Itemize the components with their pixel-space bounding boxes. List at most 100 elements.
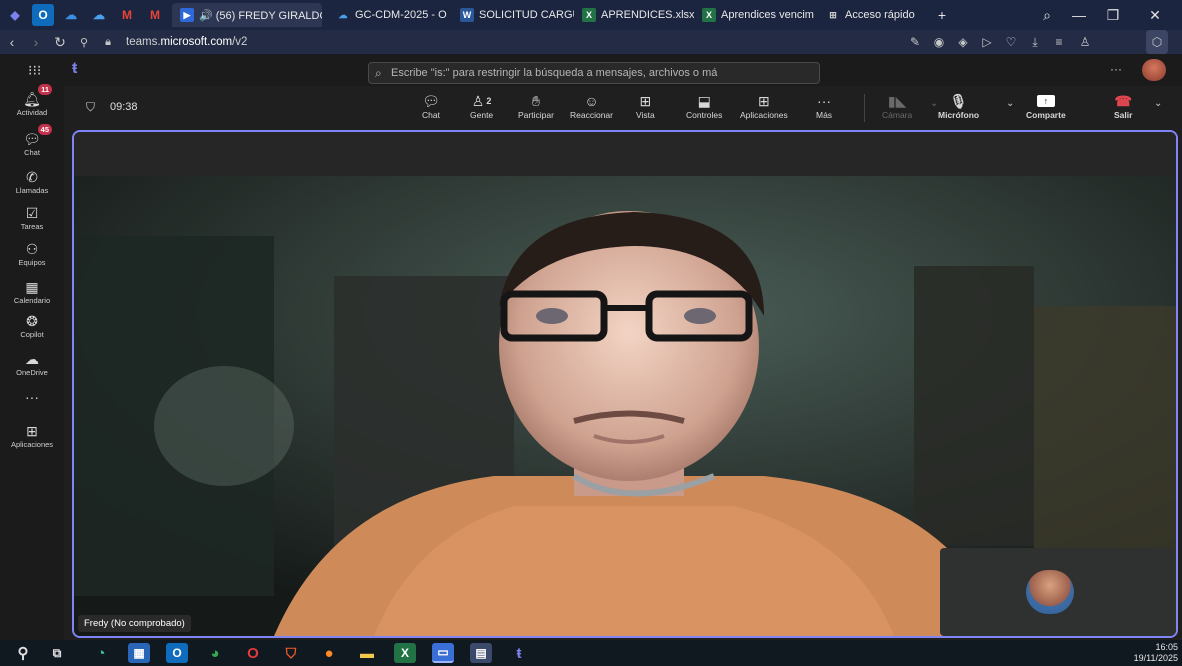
search-tabs-icon[interactable]: ⌕ [1032,0,1062,30]
edit-icon[interactable]: ✎ [904,30,926,54]
browser-tab[interactable]: ☁ GC-CDM-2025 - O [328,3,452,27]
opera-icon[interactable]: O [242,643,264,663]
shield-icon[interactable]: ◈ [952,30,974,54]
browser-tab[interactable]: X APRENDICES.xlsx [574,3,694,27]
meeting-timer: 09:38 [110,101,138,113]
rail-item-calendario[interactable]: ▦ Calendario [0,278,64,306]
browser-tab-strip: ◆ O ☁ ☁ M M ▶ 🔊 (56) FREDY GIRALDO ☁ GC-… [0,0,1182,30]
controls-icon: ⬓ [697,92,711,109]
copilot-icon: ❂ [26,312,38,329]
left-rail: 🔔︎ 11 Actividad 💬︎ 45 Chat ✆ Llamadas ☑ Ta… [0,84,64,640]
camera-button[interactable]: ▮◣ Cámara [882,92,912,121]
restore-icon[interactable]: ❐ [1098,0,1128,30]
new-tab-button[interactable]: + [928,3,956,27]
pinned-tab-outlook-icon[interactable]: O [32,4,54,26]
browser-tab[interactable]: X Aprendices vencim [694,3,818,27]
mic-options-chevron-icon[interactable]: ⌄ [1006,98,1014,109]
close-icon[interactable]: ✕ [1140,0,1170,30]
edge-icon[interactable]: ◔ [90,643,112,663]
send-icon[interactable]: ▷ [976,30,998,54]
onedrive-icon: ☁ [338,9,348,20]
calendar-icon: ▦ [25,278,39,295]
view-button[interactable]: ⊞ Vista [636,92,655,121]
cloud-icon: ☁ [25,350,39,367]
chat-button[interactable]: 💬︎ Chat [422,92,440,121]
excel-icon: X [702,8,716,22]
calculator-icon[interactable]: ▤ [470,643,492,663]
system-clock[interactable]: 16:05 19/11/2025 [1116,642,1178,664]
hand-icon: ✋︎ [531,92,540,109]
pinned-tab-cloud-icon[interactable]: ☁ [88,4,110,26]
site-info-icon[interactable]: ⚲ [72,36,96,49]
microphone-button[interactable]: 🎙︎ Micrófono [938,92,979,121]
rail-item-equipos[interactable]: ⚇ Equipos [0,240,64,268]
self-view-tile[interactable] [940,548,1174,636]
search-icon[interactable]: ⚲ [12,643,34,663]
forward-icon[interactable]: › [24,34,48,50]
extensions-icon[interactable]: ⬡ [1146,30,1168,54]
app-launcher-icon[interactable]: ⁝⁝⁝ [28,62,41,79]
react-button[interactable]: ☺ Reaccionar [570,92,613,120]
browser-tab-quick-access[interactable]: ⊞ Acceso rápido [818,3,928,27]
rail-item-onedrive[interactable]: ☁ OneDrive [0,350,64,378]
excel-icon: X [582,8,596,22]
browser-tab[interactable]: W SOLICITUD CARGU [452,3,574,27]
word-icon: W [460,8,474,22]
teams-header: ⁝⁝⁝ ŧ ⌕ Escribe "is:" para restringir la… [0,54,1182,86]
rail-item-more[interactable]: ··· [0,388,64,406]
windows-taskbar: ⚲ ⧉ ◔ ▦ O ◕ O ⛉ ● ▬ X ▭ ▤ ŧ 16:05 19/11/… [0,640,1182,666]
pinned-tab-gmail-icon[interactable]: M [116,4,138,26]
pinned-tab-gmail-icon[interactable]: M [144,4,166,26]
more-button[interactable]: ··· Más [816,92,832,120]
task-view-icon[interactable]: ⧉ [46,643,68,663]
excel-icon[interactable]: X [394,643,416,663]
rail-item-tareas[interactable]: ☑ Tareas [0,204,64,232]
tasks-icon: ☑ [25,204,39,221]
raise-hand-button[interactable]: ✋︎ Participar [518,92,554,121]
apps-button[interactable]: ⊞ Aplicaciones [740,92,788,121]
rail-item-chat[interactable]: 💬︎ 45 Chat [0,124,64,157]
pinned-tab-teams-icon[interactable]: ◆ [4,4,26,26]
lock-icon: 🔒︎ [105,35,111,48]
stage-top-band [74,132,1176,176]
avatar[interactable] [1142,59,1166,81]
rail-item-actividad[interactable]: 🔔︎ 11 Actividad [0,84,64,117]
pinned-tab-onedrive-icon[interactable]: ☁ [60,4,82,26]
leave-button[interactable]: ☎ Salir [1114,92,1132,121]
self-avatar [1026,570,1074,614]
download-icon[interactable]: ⤓ [1024,30,1046,54]
outlook-icon[interactable]: O [166,643,188,663]
hangup-icon: ☎ [1114,92,1132,109]
minimize-icon[interactable]: — [1064,0,1094,30]
camera-icon[interactable]: ◉ [928,30,950,54]
bell-icon: 🔔︎ 11 [22,84,52,108]
search-input[interactable]: ⌕ Escribe "is:" para restringir la búsqu… [368,62,820,84]
heart-icon[interactable]: ♡ [1000,30,1022,54]
url-text[interactable]: teams.microsoft.com/v2 [126,36,247,48]
activity-badge: 11 [38,84,52,95]
controls-button[interactable]: ⬓ Controles [686,92,722,121]
teams-taskbar-icon[interactable]: ŧ [508,643,530,663]
reload-icon[interactable]: ↻ [48,34,72,51]
share-button[interactable]: ↑ Comparte [1026,92,1066,120]
rail-item-llamadas[interactable]: ✆ Llamadas [0,168,64,196]
file-explorer-icon[interactable]: ▬ [356,643,378,663]
more-icon: ··· [817,93,832,109]
menu-lines-icon[interactable]: ≡ [1048,30,1070,54]
store-icon[interactable]: ▦ [128,643,150,663]
leave-options-chevron-icon[interactable]: ⌄ [1154,98,1162,109]
browser-app-icon[interactable]: ▭ [432,643,454,663]
brave-icon[interactable]: ⛉ [280,643,302,663]
participants-count: 2 [486,96,492,106]
more-options-icon[interactable]: ··· [1110,62,1122,76]
people-button[interactable]: ♙ 2 Gente [470,92,493,121]
back-icon[interactable]: ‹ [0,34,24,50]
rail-item-aplicaciones[interactable]: ⊞ Aplicaciones [0,422,64,450]
firefox-icon[interactable]: ● [318,643,340,663]
profile-icon[interactable]: ♙ [1074,30,1096,54]
chrome-icon[interactable]: ◕ [204,643,226,663]
browser-tab[interactable]: ▶ 🔊 (56) FREDY GIRALDO [172,3,322,27]
smiley-icon: ☺ [584,93,599,109]
rail-item-copilot[interactable]: ❂ Copilot [0,312,64,340]
apps-plus-icon: ⊞ [758,92,770,109]
